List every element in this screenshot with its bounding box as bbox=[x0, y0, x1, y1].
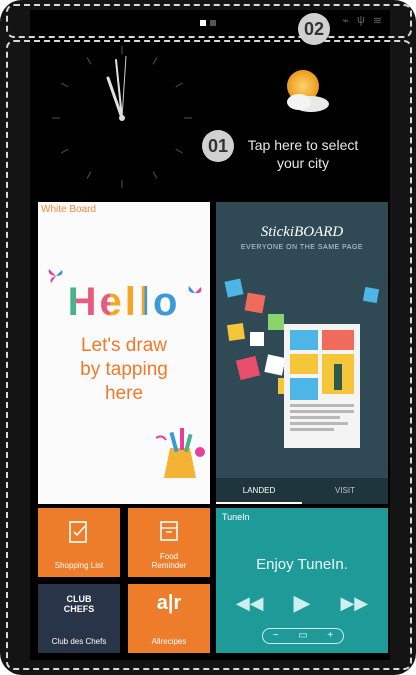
stickiboard-logo: StickiBOARD bbox=[260, 224, 344, 240]
tunein-title: TuneIn bbox=[222, 512, 250, 522]
tile-tunein[interactable]: TuneIn Enjoy TuneIn. ◀◀ ▶ ▶▶ − ▭ + bbox=[216, 508, 388, 653]
tile-whiteboard[interactable]: White Board Hello Let's draw by tapping … bbox=[38, 202, 210, 504]
fast-forward-icon[interactable]: ▶▶ bbox=[340, 593, 368, 614]
analog-clock-icon bbox=[52, 46, 192, 188]
play-icon[interactable]: ▶ bbox=[294, 590, 311, 616]
partly-cloudy-icon bbox=[287, 70, 329, 112]
tab-landed[interactable]: LANDED bbox=[216, 478, 302, 504]
home-screen: ⌁ ψ ≋ Tap here to select your city White… bbox=[30, 10, 390, 660]
stickiboard-tagline: EVERYONE ON THE SAME PAGE bbox=[240, 244, 364, 251]
hello-heading: Hello bbox=[38, 280, 210, 325]
callout-badge-01: 01 bbox=[202, 130, 234, 162]
whiteboard-title: White Board bbox=[41, 204, 97, 215]
food-reminder-label: Food Reminder bbox=[128, 552, 210, 570]
checklist-icon bbox=[38, 520, 120, 551]
allrecipes-label: Allrecipes bbox=[151, 637, 187, 646]
usb-icon: ψ bbox=[356, 14, 365, 26]
instruction-line-1: Let's draw bbox=[80, 335, 167, 356]
tab-visit[interactable]: VISIT bbox=[302, 478, 388, 504]
whiteboard-instructions: Let's draw by tapping here bbox=[48, 334, 200, 406]
page-indicator bbox=[210, 20, 216, 26]
food-icon bbox=[128, 520, 210, 551]
tunein-controls: ◀◀ ▶ ▶▶ bbox=[216, 590, 388, 616]
wifi-icon: ≋ bbox=[372, 15, 382, 27]
food-label-line-2: Reminder bbox=[151, 561, 187, 570]
weather-widget[interactable]: Tap here to select your city bbox=[210, 36, 390, 196]
tile-club-des-chefs[interactable]: CLUB CHEFS Club des Chefs bbox=[38, 584, 120, 653]
club-des-chefs-label: Club des Chefs bbox=[51, 637, 107, 646]
weather-line-2: your city bbox=[276, 155, 330, 171]
clock-widget[interactable] bbox=[30, 36, 210, 196]
tile-allrecipes[interactable]: a|r Allrecipes bbox=[128, 584, 210, 653]
paint-tools-icon bbox=[156, 428, 205, 478]
stickiboard-tabs: LANDED VISIT bbox=[216, 478, 388, 504]
status-icons: ⌁ ψ ≋ bbox=[342, 14, 382, 27]
food-label-line-1: Food bbox=[159, 552, 179, 561]
weather-line-1: Tap here to select bbox=[247, 137, 359, 153]
weather-prompt[interactable]: Tap here to select your city bbox=[218, 136, 388, 172]
callout-badge-02: 02 bbox=[298, 13, 330, 45]
tile-food-reminder[interactable]: Food Reminder bbox=[128, 508, 210, 577]
chefs-logo-line-1: CLUB bbox=[66, 594, 92, 604]
club-chefs-logo: CLUB CHEFS bbox=[38, 594, 120, 614]
rewind-icon[interactable]: ◀◀ bbox=[236, 593, 264, 614]
volume-level-icon: ▭ bbox=[298, 630, 308, 641]
tunein-message: Enjoy TuneIn. bbox=[256, 556, 348, 573]
allrecipes-logo: a|r bbox=[156, 592, 182, 614]
instruction-line-3: here bbox=[104, 383, 144, 404]
chefs-logo-line-2: CHEFS bbox=[63, 604, 95, 614]
sticky-notes-illustration-icon bbox=[224, 278, 380, 448]
volume-control[interactable]: − ▭ + bbox=[262, 628, 344, 644]
device-frame: ⌁ ψ ≋ Tap here to select your city White… bbox=[0, 0, 416, 675]
volume-down-icon[interactable]: − bbox=[273, 630, 279, 642]
instruction-line-2: by tapping bbox=[80, 359, 168, 380]
notification-icon: ⌁ bbox=[342, 15, 349, 27]
tile-shopping-list[interactable]: Shopping List bbox=[38, 508, 120, 577]
status-bar: ⌁ ψ ≋ bbox=[30, 10, 390, 34]
tile-stickiboard[interactable]: StickiBOARD EVERYONE ON THE SAME PAGE LA… bbox=[216, 202, 388, 504]
shopping-list-label: Shopping List bbox=[54, 561, 104, 570]
volume-up-icon[interactable]: + bbox=[327, 630, 333, 642]
page-indicator-active bbox=[200, 20, 206, 26]
